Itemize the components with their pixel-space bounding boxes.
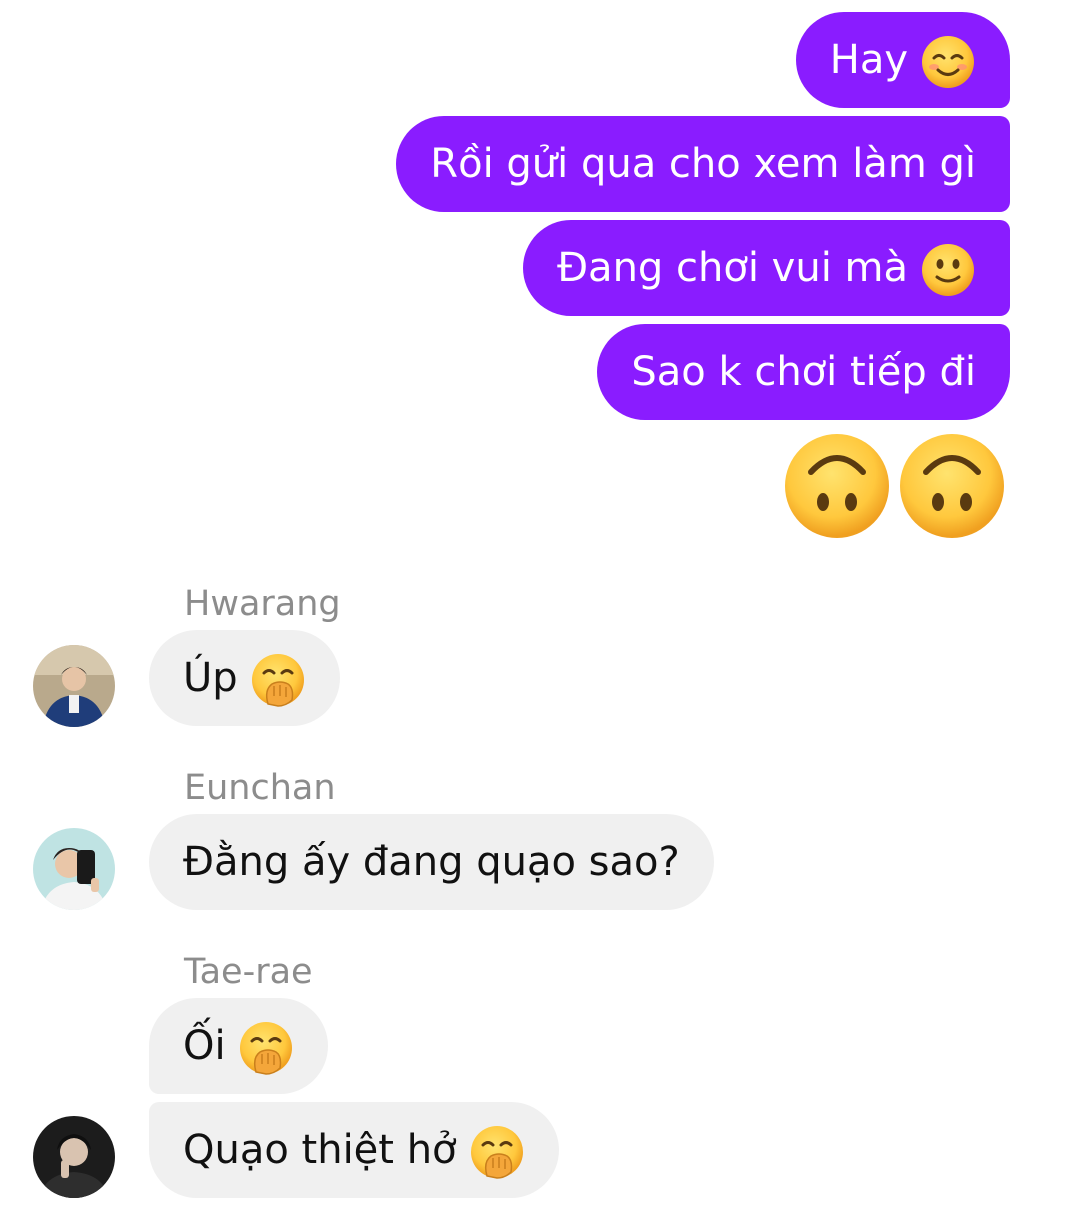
- sender-name: Eunchan: [184, 768, 336, 808]
- incoming-message[interactable]: Đằng ấy đang quạo sao?: [149, 814, 714, 910]
- outgoing-message[interactable]: Sao k chơi tiếp đi: [597, 324, 1010, 420]
- message-text: Quạo thiệt hở: [183, 1127, 457, 1173]
- sender-name: Hwarang: [184, 584, 341, 624]
- incoming-message[interactable]: Ối: [149, 998, 328, 1094]
- hand-over-mouth-icon: [250, 652, 306, 708]
- slightly-smiling-face-icon: [920, 242, 976, 298]
- avatar[interactable]: [33, 828, 115, 910]
- message-text: Sao k chơi tiếp đi: [631, 349, 976, 395]
- message-text: Úp: [183, 655, 238, 701]
- hand-over-mouth-icon: [238, 1020, 294, 1076]
- outgoing-message[interactable]: Đang chơi vui mà: [523, 220, 1010, 316]
- outgoing-message[interactable]: Hay: [795, 12, 1010, 108]
- sender-name: Tae-rae: [184, 952, 313, 992]
- avatar[interactable]: [33, 645, 115, 727]
- message-text: Ối: [183, 1023, 226, 1069]
- message-text: Đang chơi vui mà: [557, 245, 908, 291]
- outgoing-message[interactable]: Rồi gửi qua cho xem làm gì: [396, 116, 1010, 212]
- upside-down-face-icon[interactable]: [783, 432, 891, 540]
- message-text: Đằng ấy đang quạo sao?: [183, 839, 680, 885]
- chat-thread: Hay Rồi gửi qua cho xem làm gì Đang chơi…: [0, 0, 1080, 1214]
- avatar[interactable]: [33, 1116, 115, 1198]
- message-text: Hay: [829, 37, 908, 83]
- message-text: Rồi gửi qua cho xem làm gì: [430, 141, 976, 187]
- smiling-face-icon: [920, 34, 976, 90]
- hand-over-mouth-icon: [469, 1124, 525, 1180]
- upside-down-face-icon[interactable]: [898, 432, 1006, 540]
- incoming-message[interactable]: Úp: [149, 630, 340, 726]
- incoming-message[interactable]: Quạo thiệt hở: [149, 1102, 559, 1198]
